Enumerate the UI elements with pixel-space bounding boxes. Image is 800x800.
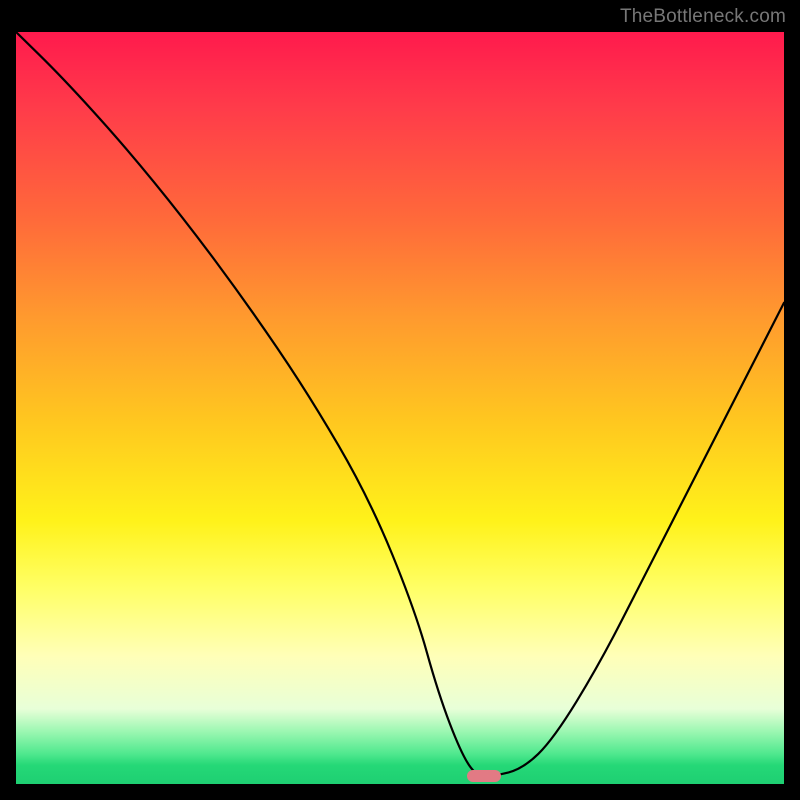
optimal-point-marker xyxy=(467,770,501,782)
plot-area xyxy=(16,32,784,784)
attribution-text: TheBottleneck.com xyxy=(620,6,786,28)
bottleneck-curve xyxy=(16,32,784,784)
chart-stage: TheBottleneck.com xyxy=(0,0,800,800)
